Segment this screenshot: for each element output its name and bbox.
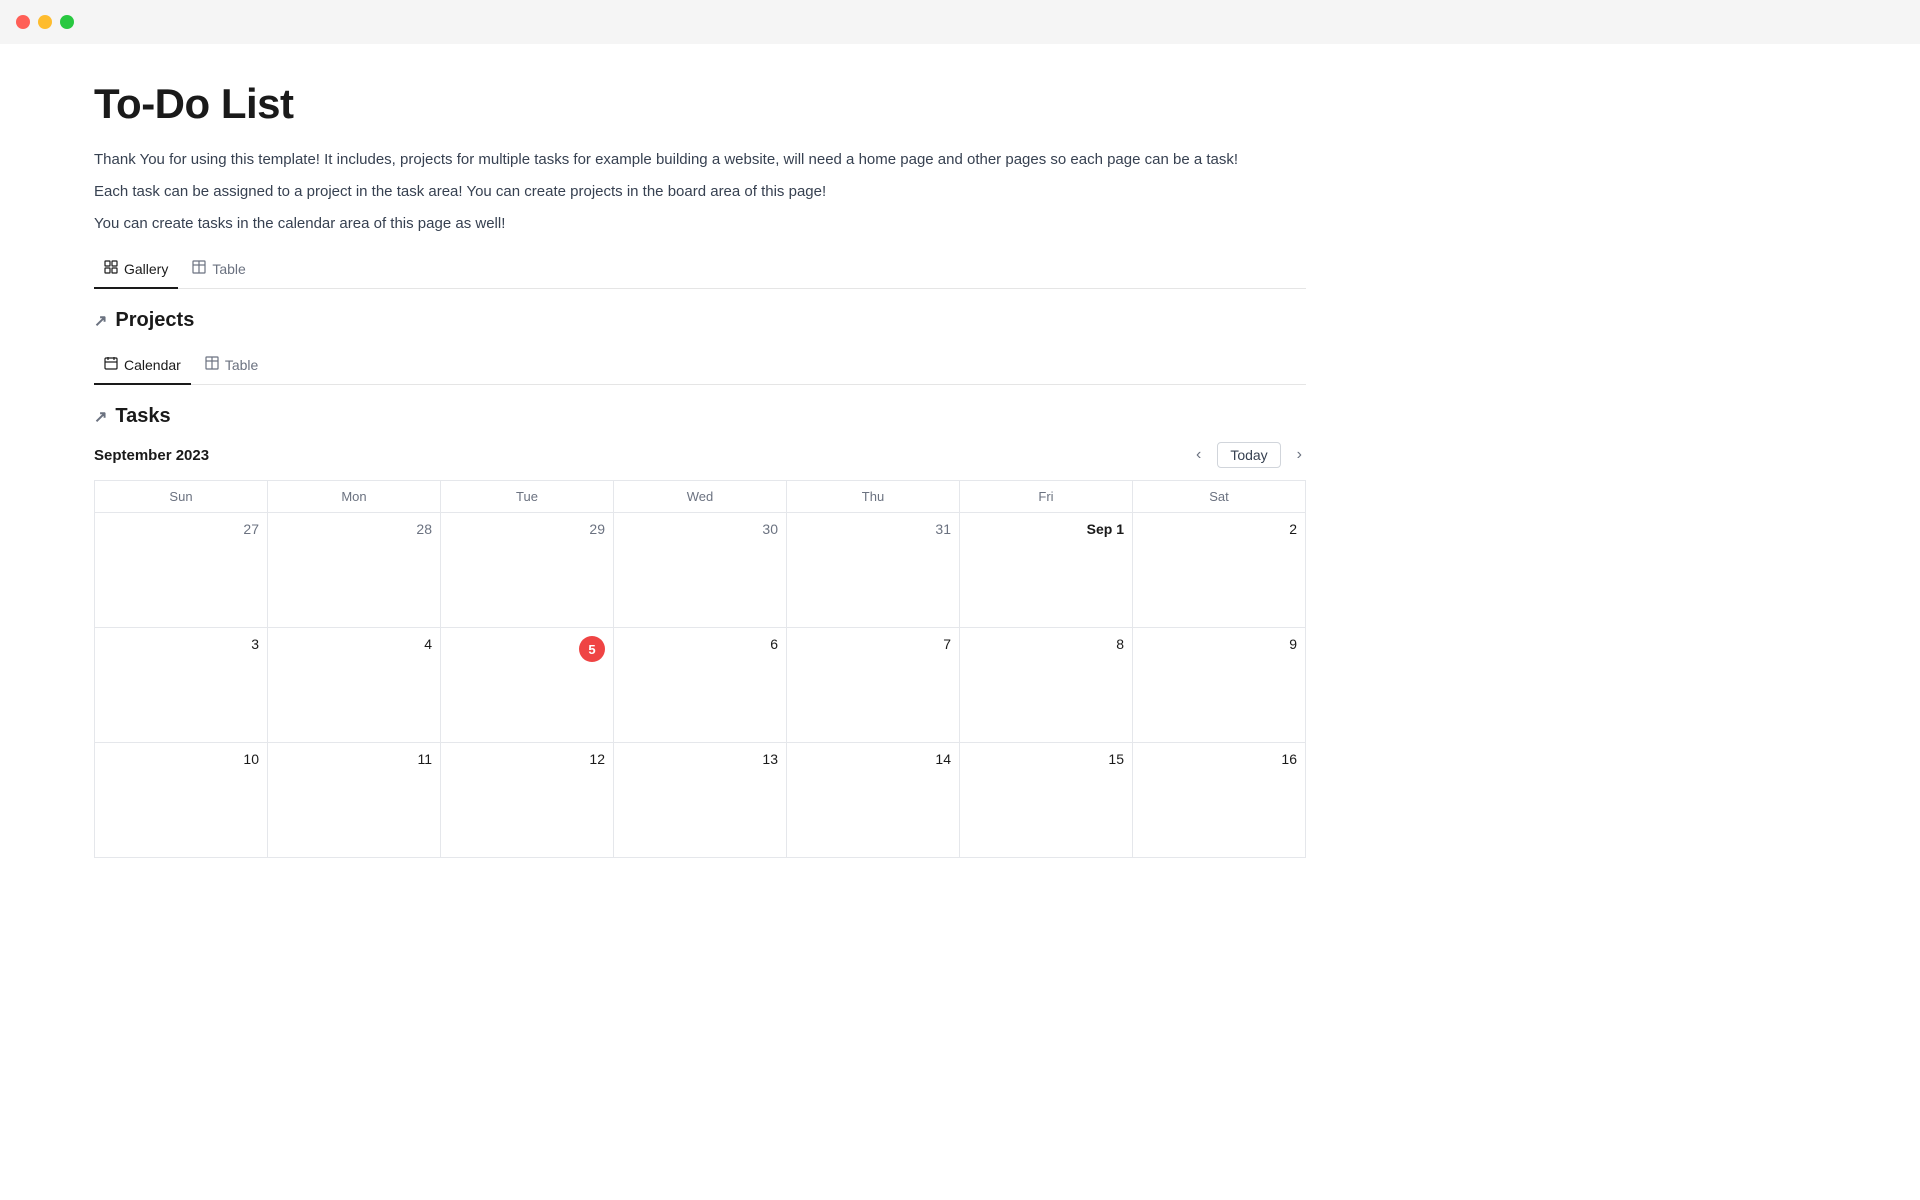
tab-projects-table-label: Table [225,357,258,373]
projects-arrow-icon: ↗ [94,311,107,331]
table-icon [192,260,206,277]
day-cell[interactable]: 27 [95,513,268,628]
day-number: 6 [622,636,778,652]
day-cell[interactable]: 11 [268,743,441,858]
gallery-tabs: Gallery Table [94,254,1306,289]
tasks-arrow-icon: ↗ [94,407,107,427]
day-number: 4 [276,636,432,652]
day-number: 15 [968,751,1124,767]
tasks-title: Tasks [115,405,170,428]
calendar-nav: ‹ Today › [1192,442,1306,468]
calendar-icon [104,356,118,373]
day-number: 11 [276,751,432,767]
tab-gallery[interactable]: Gallery [94,254,178,289]
description-3: You can create tasks in the calendar are… [94,212,1306,236]
day-cell[interactable]: 10 [95,743,268,858]
day-cell[interactable]: 8 [960,628,1133,743]
day-header-wed: Wed [614,481,787,513]
day-cell[interactable]: 28 [268,513,441,628]
today-button[interactable]: Today [1217,442,1280,468]
day-cell[interactable]: 2 [1133,513,1306,628]
projects-title: Projects [115,309,194,332]
next-month-button[interactable]: › [1293,442,1306,468]
day-cell[interactable]: 9 [1133,628,1306,743]
day-cell[interactable]: 7 [787,628,960,743]
calendar-week-1: 27 28 29 30 31 Sep 1 [95,513,1306,628]
calendar-week-3: 10 11 12 13 14 15 [95,743,1306,858]
tab-projects-calendar[interactable]: Calendar [94,350,191,385]
projects-table-icon [205,356,219,373]
day-header-sat: Sat [1133,481,1306,513]
close-button[interactable] [16,15,30,29]
day-cell[interactable]: 31 [787,513,960,628]
day-header-sun: Sun [95,481,268,513]
day-header-fri: Fri [960,481,1133,513]
day-number: 30 [622,521,778,537]
day-number: 27 [103,521,259,537]
calendar-week-2: 3 4 5 6 7 8 [95,628,1306,743]
day-cell[interactable]: 12 [441,743,614,858]
day-number: 10 [103,751,259,767]
day-cell[interactable]: Sep 1 [960,513,1133,628]
day-number: 16 [1141,751,1297,767]
day-header-mon: Mon [268,481,441,513]
day-number: 28 [276,521,432,537]
prev-month-button[interactable]: ‹ [1192,442,1205,468]
day-cell[interactable]: 6 [614,628,787,743]
day-header-thu: Thu [787,481,960,513]
main-content: To-Do List Thank You for using this temp… [0,0,1400,898]
day-number: 12 [449,751,605,767]
calendar-header: September 2023 ‹ Today › [94,442,1306,468]
gallery-icon [104,260,118,277]
tasks-section-header: ↗ Tasks [94,405,1306,428]
day-header-tue: Tue [441,481,614,513]
day-number: Sep 1 [968,521,1124,537]
tab-projects-table[interactable]: Table [195,350,268,385]
day-number: 29 [449,521,605,537]
day-cell[interactable]: 30 [614,513,787,628]
maximize-button[interactable] [60,15,74,29]
day-cell[interactable]: 16 [1133,743,1306,858]
description-2: Each task can be assigned to a project i… [94,180,1306,204]
day-cell[interactable]: 3 [95,628,268,743]
projects-section-header: ↗ Projects [94,309,1306,332]
calendar-header-row: Sun Mon Tue Wed Thu Fri Sat [95,481,1306,513]
tab-gallery-label: Gallery [124,261,168,277]
titlebar [0,0,1920,44]
day-number: 8 [968,636,1124,652]
day-cell[interactable]: 15 [960,743,1133,858]
day-cell[interactable]: 14 [787,743,960,858]
minimize-button[interactable] [38,15,52,29]
tab-table[interactable]: Table [182,254,255,289]
day-cell[interactable]: 13 [614,743,787,858]
day-cell[interactable]: 4 [268,628,441,743]
tab-projects-calendar-label: Calendar [124,357,181,373]
day-cell[interactable]: 5 [441,628,614,743]
day-number: 14 [795,751,951,767]
day-number: 13 [622,751,778,767]
calendar-month: September 2023 [94,447,209,464]
day-number: 3 [103,636,259,652]
projects-tabs: Calendar Table [94,350,1306,385]
tab-table-label: Table [212,261,245,277]
day-number: 9 [1141,636,1297,652]
day-number: 7 [795,636,951,652]
today-number: 5 [579,636,605,662]
description-1: Thank You for using this template! It in… [94,148,1306,172]
calendar-grid: Sun Mon Tue Wed Thu Fri Sat 27 28 [94,480,1306,858]
page-title: To-Do List [94,80,1306,128]
day-number: 2 [1141,521,1297,537]
calendar-container: September 2023 ‹ Today › Sun Mon Tue Wed… [94,442,1306,858]
day-cell[interactable]: 29 [441,513,614,628]
day-number: 31 [795,521,951,537]
